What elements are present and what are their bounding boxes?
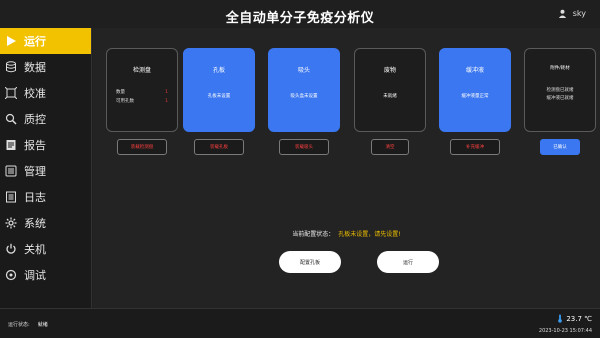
sidebar-item-label: 日志	[24, 191, 46, 204]
sidebar-item-label: 系统	[24, 217, 46, 230]
card-tips[interactable]: 吸头 吸头盒未设置	[268, 48, 340, 132]
sidebar-item-system[interactable]: 系统	[0, 210, 91, 236]
thermometer-icon	[558, 314, 563, 323]
run-status-label: 运行状态:	[8, 322, 30, 328]
refill-buffer-button[interactable]: 补充缓冲	[450, 139, 500, 155]
top-bar: 全自动单分子免疫分析仪 sky	[0, 0, 600, 28]
row-value: 1	[165, 90, 168, 95]
temperature-value: 23.7 ℃	[566, 314, 592, 323]
log-icon	[4, 190, 18, 204]
play-icon	[4, 34, 18, 48]
power-icon	[4, 242, 18, 256]
card-plate[interactable]: 孔板 孔板未设置	[183, 48, 255, 132]
card-waste[interactable]: 废物 未就绪	[354, 48, 426, 132]
run-button[interactable]: 运行	[377, 251, 439, 273]
card-line: 缓冲液已就绪	[546, 96, 574, 101]
card-buffer[interactable]: 缓冲液 缓冲液量正常	[439, 48, 511, 132]
config-status-value: 孔板未设置，请先设置!	[338, 231, 401, 238]
run-status-value: 就绪	[37, 322, 48, 328]
card-subtitle: 孔板未设置	[207, 94, 231, 99]
sidebar-item-report[interactable]: 报告	[0, 132, 91, 158]
sidebar: 运行 数据 校准 质控 报告 管理 日志 系统 关机 调试	[0, 28, 92, 308]
sidebar-item-label: 运行	[24, 35, 46, 48]
quality-control-icon	[4, 112, 18, 126]
report-icon	[4, 138, 18, 152]
main-panel: 检测盘 数量 1 可用孔数 1 装载检测盘 孔板 孔板未设置 装载孔板 吸头 吸头盒…	[93, 28, 600, 308]
row-value: 1	[165, 99, 168, 104]
sidebar-item-label: 校准	[24, 87, 46, 100]
user-menu[interactable]: sky	[558, 9, 586, 18]
debug-icon	[4, 268, 18, 282]
calibrate-icon	[4, 86, 18, 100]
sidebar-item-label: 调试	[24, 269, 46, 282]
user-name: sky	[572, 9, 586, 18]
sidebar-item-manage[interactable]: 管理	[0, 158, 91, 184]
database-icon	[4, 60, 18, 74]
manage-icon	[4, 164, 18, 178]
card-title: 检测盘	[132, 67, 151, 74]
card-title: 吸头	[297, 67, 310, 74]
sidebar-item-run[interactable]: 运行	[0, 28, 91, 54]
row-label: 数量	[116, 90, 125, 95]
config-status-label: 当前配置状态：	[292, 231, 335, 238]
sidebar-item-label: 报告	[24, 139, 46, 152]
sidebar-item-label: 数据	[24, 61, 46, 74]
temperature: 23.7 ℃	[557, 314, 592, 323]
card-title: 废物	[383, 67, 396, 74]
card-test-disk[interactable]: 检测盘 数量 1 可用孔数 1	[106, 48, 178, 132]
sidebar-item-calibrate[interactable]: 校准	[0, 80, 91, 106]
sidebar-item-shutdown[interactable]: 关机	[0, 236, 91, 262]
card-accessories[interactable]: 附件/耗材 检测盘已就绪 缓冲液已就绪	[524, 48, 596, 132]
confirm-button[interactable]: 已确认	[540, 139, 580, 155]
status-bar: 运行状态: 就绪 23.7 ℃ 2023-10-23 15:07:44	[0, 308, 600, 338]
load-plate-button[interactable]: 装载孔板	[194, 139, 244, 155]
sidebar-item-label: 关机	[24, 243, 46, 256]
card-title: 附件/耗材	[550, 66, 570, 71]
config-status: 当前配置状态： 孔板未设置，请先设置!	[93, 229, 600, 238]
card-title: 孔板	[212, 67, 225, 74]
card-subtitle: 缓冲液量正常	[461, 94, 489, 99]
datetime: 2023-10-23 15:07:44	[538, 328, 592, 334]
user-icon	[558, 9, 566, 18]
run-status: 运行状态: 就绪	[8, 321, 48, 328]
sidebar-item-label: 质控	[24, 113, 46, 126]
card-line: 检测盘已就绪	[546, 88, 574, 93]
sidebar-item-log[interactable]: 日志	[0, 184, 91, 210]
app-title: 全自动单分子免疫分析仪	[225, 11, 375, 26]
card-subtitle: 吸头盒未设置	[290, 94, 318, 99]
load-test-disk-button[interactable]: 装载检测盘	[117, 139, 167, 155]
empty-waste-button[interactable]: 清空	[371, 139, 409, 155]
row-label: 可用孔数	[116, 99, 134, 104]
card-rows: 数量 1 可用孔数 1	[116, 88, 168, 106]
card-subtitle: 未就绪	[383, 94, 397, 99]
card-title: 缓冲液	[465, 67, 484, 74]
configure-plate-button[interactable]: 配置孔板	[279, 251, 341, 273]
sidebar-item-label: 管理	[24, 165, 46, 178]
sidebar-item-debug[interactable]: 调试	[0, 262, 91, 288]
sidebar-item-quality-control[interactable]: 质控	[0, 106, 91, 132]
load-tips-button[interactable]: 装载吸头	[279, 139, 329, 155]
settings-icon	[4, 216, 18, 230]
card-lines: 检测盘已就绪 缓冲液已就绪	[547, 87, 574, 103]
sidebar-item-data[interactable]: 数据	[0, 54, 91, 80]
